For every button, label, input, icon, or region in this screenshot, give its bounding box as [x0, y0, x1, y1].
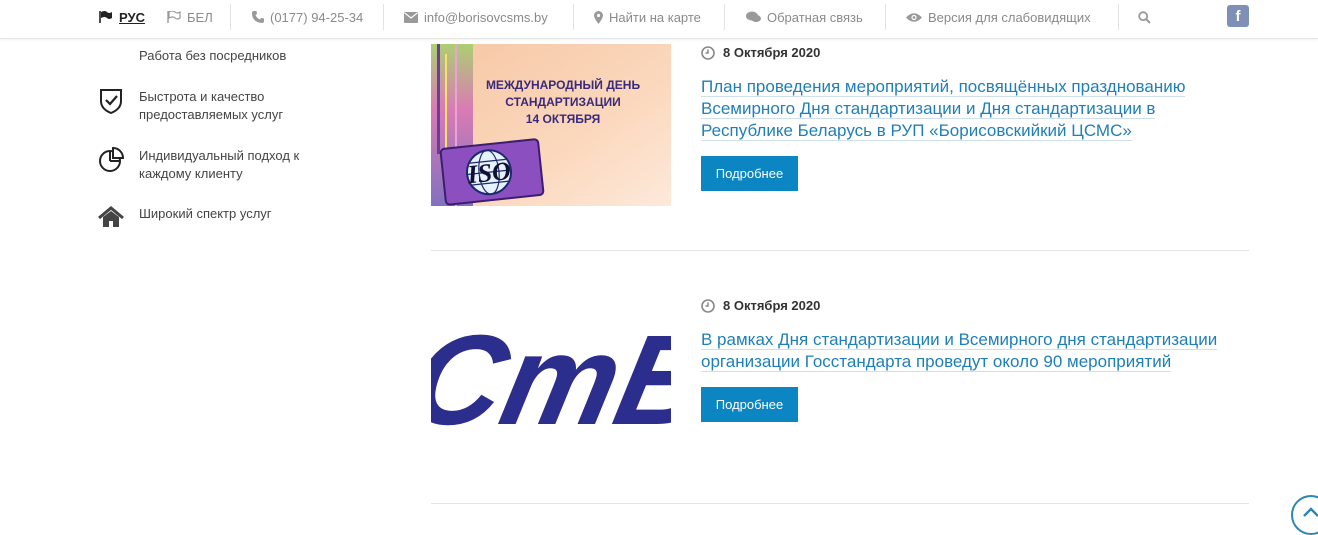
stb-logo: СтБ [431, 309, 671, 451]
facebook-button[interactable]: f [1227, 5, 1249, 27]
eye-icon [906, 12, 922, 22]
envelope-icon [404, 11, 418, 23]
chevron-up-icon [1303, 507, 1318, 517]
stb-logo-text: СтБ [431, 309, 671, 451]
scroll-to-top-button[interactable] [1291, 495, 1318, 535]
iso-badge: ISO [439, 138, 545, 206]
feature-wide-range: Широкий спектр услуг [98, 205, 339, 231]
lang-be-link[interactable]: БЕЛ [167, 0, 213, 34]
search-button[interactable] [1138, 0, 1157, 34]
lang-ru-label: РУС [119, 9, 145, 25]
news-title-link[interactable]: План проведения мероприятий, посвящённых… [701, 76, 1241, 142]
feature-speed-quality: Быстрота и качество предоставляемых услу… [98, 88, 339, 124]
separator [885, 4, 886, 30]
news-date-label: 8 Октября 2020 [723, 298, 821, 313]
iso-text: ISO [465, 156, 512, 190]
lang-be-label: БЕЛ [187, 9, 213, 25]
facebook-icon: f [1235, 7, 1241, 25]
handshake-icon [98, 47, 124, 73]
feature-label: Работа без посредников [139, 48, 287, 63]
phone-link[interactable]: (0177) 94-25-34 [252, 0, 363, 34]
feature-label: Широкий спектр услуг [139, 206, 272, 221]
separator [383, 4, 384, 30]
read-more-button[interactable]: Подробнее [701, 156, 798, 191]
search-icon [1138, 10, 1151, 24]
lang-ru-link[interactable]: РУС [99, 0, 145, 34]
comments-icon [746, 11, 761, 23]
feedback-label: Обратная связь [767, 9, 863, 25]
email-label: info@borisovcsms.by [424, 9, 548, 25]
feature-label: Индивидуальный подход к каждому клиенту [139, 148, 300, 181]
news-title-text: В рамках Дня стандартизации и Всемирного… [701, 330, 1218, 372]
feature-individual-approach: Индивидуальный подход к каждому клиенту [98, 147, 339, 183]
poster-line-2: СТАНДАРТИЗАЦИИ [505, 95, 621, 109]
flag-outline-icon [167, 11, 181, 23]
separator [724, 4, 725, 30]
top-bar: РУС БЕЛ (0177) 94-25-34 info@borisovcsms… [0, 0, 1318, 39]
clock-icon [701, 45, 715, 60]
news-title-link[interactable]: В рамках Дня стандартизации и Всемирного… [701, 329, 1241, 373]
map-marker-icon [594, 10, 603, 24]
news-date: 8 Октября 2020 [701, 45, 820, 60]
feature-no-intermediaries: Работа без посредников [98, 47, 339, 73]
shield-check-icon [100, 89, 122, 114]
read-more-button[interactable]: Подробнее [701, 387, 798, 422]
pie-chart-icon [99, 147, 124, 172]
flag-icon [99, 11, 112, 23]
news-image-stb-logo[interactable]: СтБ [431, 296, 671, 456]
home-icon [98, 206, 124, 227]
poster-line-3: 14 ОКТЯБРЯ [526, 112, 600, 126]
news-divider [431, 250, 1249, 251]
feature-label: Быстрота и качество предоставляемых услу… [139, 89, 284, 122]
separator [1118, 4, 1119, 30]
accessibility-link[interactable]: Версия для слабовидящих [906, 0, 1091, 34]
clock-icon [701, 298, 715, 313]
phone-label: (0177) 94-25-34 [270, 9, 364, 25]
news-image-standardization-day[interactable]: МЕЖДУНАРОДНЫЙ ДЕНЬ СТАНДАРТИЗАЦИИ 14 ОКТ… [431, 44, 671, 206]
news-divider [431, 503, 1249, 504]
separator [230, 4, 231, 30]
poster-line-1: МЕЖДУНАРОДНЫЙ ДЕНЬ [486, 77, 641, 92]
phone-icon [252, 11, 264, 23]
map-label: Найти на карте [609, 9, 701, 25]
news-title-text: План проведения мероприятий, посвящённых… [701, 77, 1186, 141]
standardization-day-poster: МЕЖДУНАРОДНЫЙ ДЕНЬ СТАНДАРТИЗАЦИИ 14 ОКТ… [431, 44, 671, 206]
feedback-link[interactable]: Обратная связь [746, 0, 863, 34]
accessibility-label: Версия для слабовидящих [928, 9, 1091, 25]
email-link[interactable]: info@borisovcsms.by [404, 0, 548, 34]
news-date-label: 8 Октября 2020 [723, 45, 821, 60]
separator [573, 4, 574, 30]
map-link[interactable]: Найти на карте [594, 0, 701, 34]
news-date: 8 Октября 2020 [701, 298, 820, 313]
